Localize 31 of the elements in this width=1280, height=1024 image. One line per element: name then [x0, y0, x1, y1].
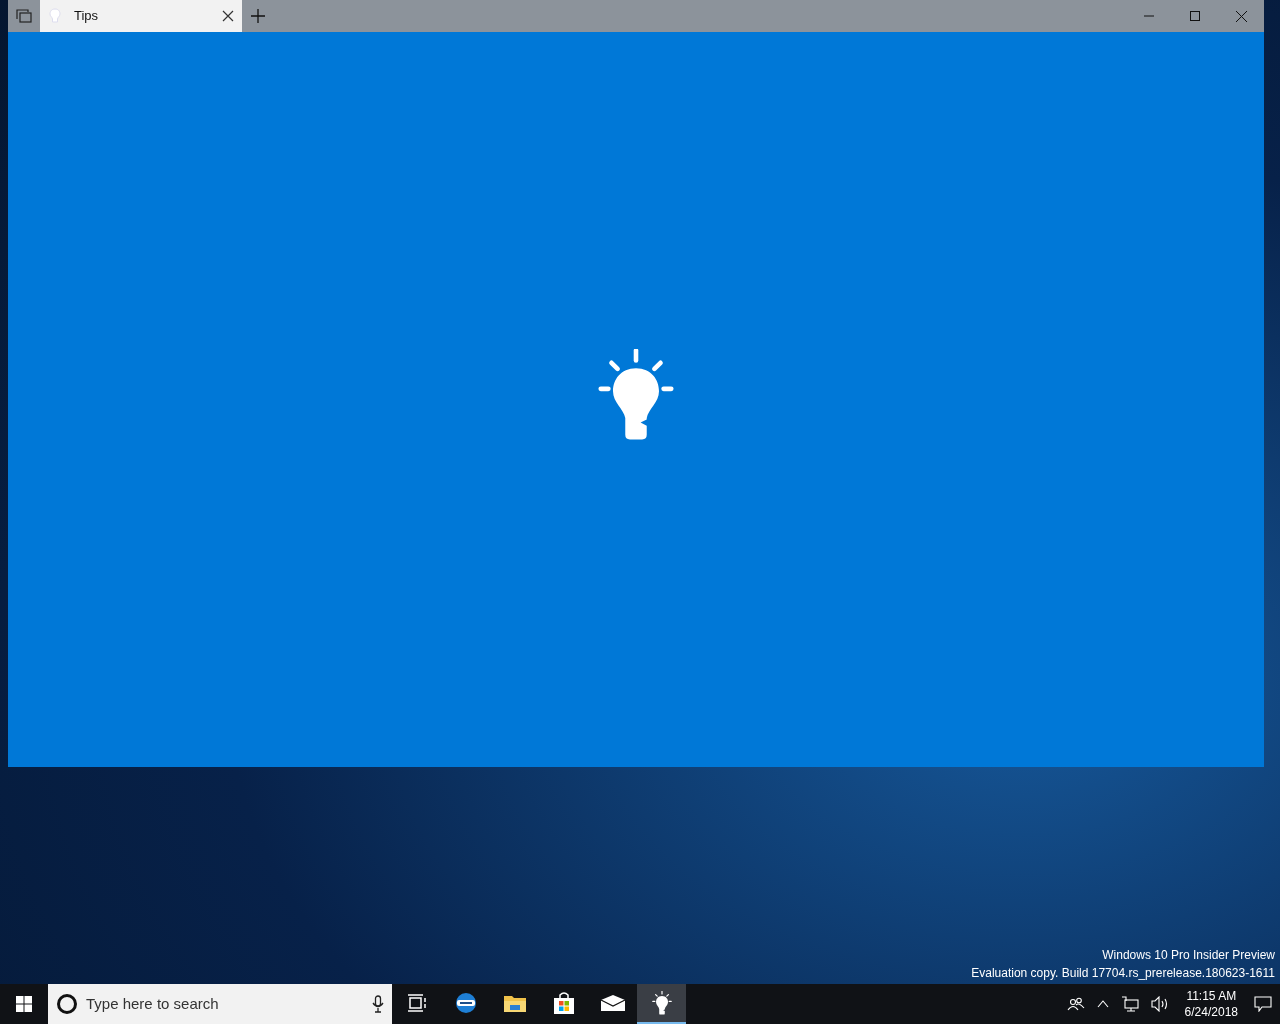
network-icon[interactable]	[1120, 996, 1139, 1012]
close-icon	[1235, 10, 1247, 22]
envelope-icon	[599, 994, 626, 1012]
plus-icon	[251, 9, 265, 23]
window-tab[interactable]: Tips	[40, 0, 242, 32]
clock[interactable]: 11:15 AM 6/24/2018	[1180, 988, 1242, 1020]
close-icon[interactable]	[222, 10, 234, 22]
search-field[interactable]: Type here to search	[48, 984, 392, 1024]
notification-icon[interactable]	[1254, 996, 1272, 1012]
shopping-bag-icon	[552, 991, 575, 1015]
browser-icon	[453, 991, 478, 1015]
build-info-text: Evaluation copy. Build 17704.rs_prerelease.180623-1611	[971, 965, 1275, 982]
tab-title: Tips	[74, 7, 100, 26]
clock-time: 11:15 AM	[1186, 988, 1237, 1004]
light-bulb-icon	[649, 991, 674, 1015]
windows-stack-icon	[16, 9, 32, 23]
people-icon[interactable]	[1066, 997, 1085, 1011]
folder-icon	[502, 993, 527, 1013]
windows-logo-icon	[16, 996, 32, 1012]
maximize-icon	[1190, 11, 1200, 21]
light-bulb-icon	[48, 8, 62, 24]
task-view-icon	[406, 994, 427, 1012]
caret-up-icon[interactable]	[1096, 1000, 1109, 1008]
build-info-text: Windows 10 Pro Insider Preview	[1102, 947, 1275, 964]
search-input[interactable]: Type here to search	[86, 992, 364, 1016]
taskbar-app-button[interactable]	[637, 984, 686, 1024]
clock-date: 6/24/2018	[1184, 1004, 1238, 1020]
speaker-icon[interactable]	[1150, 996, 1169, 1012]
minimize-icon	[1144, 15, 1154, 17]
circle-icon	[56, 993, 78, 1015]
microphone-icon[interactable]	[372, 995, 384, 1013]
